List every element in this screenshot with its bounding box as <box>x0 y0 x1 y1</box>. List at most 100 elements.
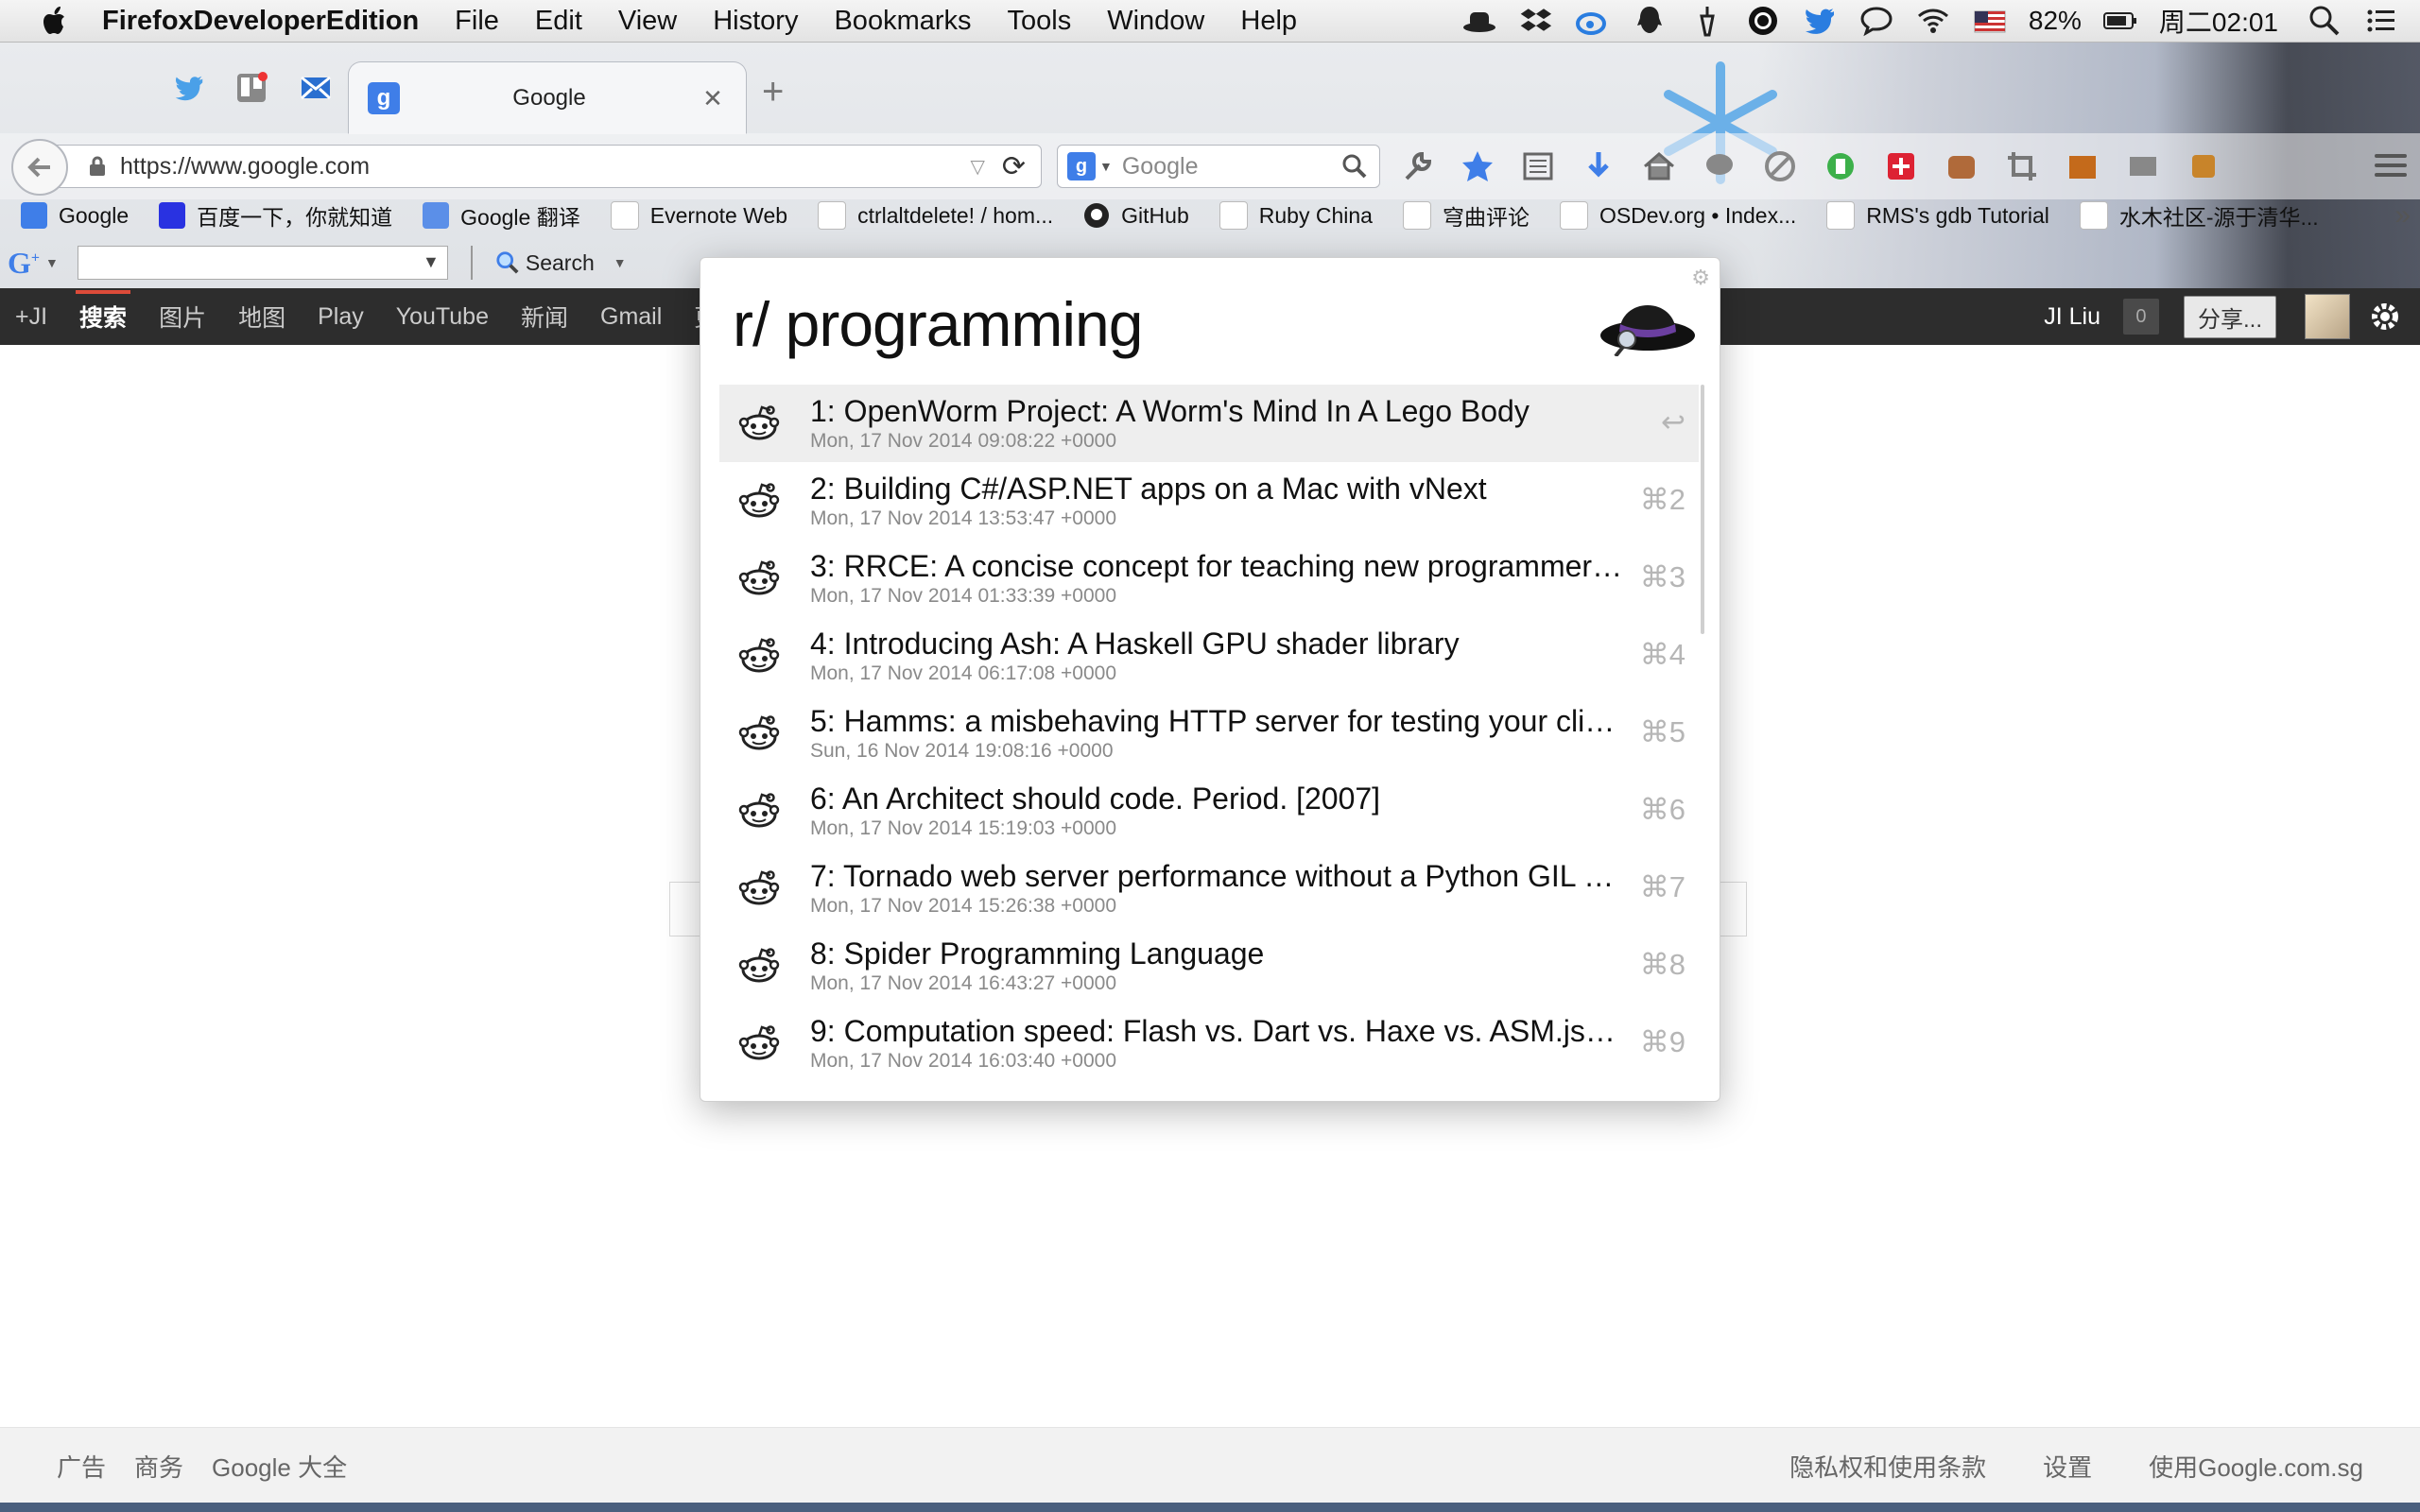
url-text[interactable]: https://www.google.com <box>120 153 970 180</box>
alfred-query-input[interactable]: r/ programming <box>733 288 1143 360</box>
gbar-news[interactable]: 新闻 <box>517 300 572 334</box>
reading-list-icon[interactable] <box>1520 148 1556 184</box>
menu-file[interactable]: File <box>455 6 499 37</box>
download-icon[interactable] <box>1581 148 1616 184</box>
result-row[interactable]: 1: OpenWorm Project: A Worm's Mind In A … <box>719 385 1699 462</box>
result-row[interactable]: 5: Hamms: a misbehaving HTTP server for … <box>719 695 1699 772</box>
gbar-play[interactable]: Play <box>314 303 368 331</box>
google-toolbar-input[interactable]: ▼ <box>77 246 448 280</box>
reload-icon[interactable]: ⟳ <box>1002 150 1026 183</box>
gbar-youtube[interactable]: YouTube <box>392 303 493 331</box>
addon-red-icon[interactable] <box>1883 148 1919 184</box>
apple-icon[interactable] <box>36 2 74 40</box>
footer-business[interactable]: 商务 <box>134 1449 183 1484</box>
bookmark-review[interactable]: 穹曲评论 <box>1402 199 1530 232</box>
search-engine-caret-icon[interactable]: ▼ <box>1099 159 1113 174</box>
mail-check-icon[interactable] <box>2125 148 2161 184</box>
evernote-icon[interactable] <box>1823 148 1858 184</box>
bookmark-osdev[interactable]: OSDev.org • Index... <box>1559 201 1796 230</box>
bookmark-baidu[interactable]: 百度一下，你就知道 <box>159 199 392 232</box>
footer-ads[interactable]: 广告 <box>57 1449 106 1484</box>
bookmark-google-translate[interactable]: Google 翻译 <box>423 199 580 232</box>
wrench-icon[interactable] <box>1399 148 1435 184</box>
home-icon[interactable] <box>1641 148 1677 184</box>
crop-icon[interactable] <box>2004 148 2040 184</box>
menu-window[interactable]: Window <box>1107 6 1204 37</box>
menu-help[interactable]: Help <box>1240 6 1297 37</box>
back-button[interactable] <box>11 139 68 196</box>
battery-icon[interactable] <box>2102 3 2138 39</box>
orange-note-icon[interactable] <box>2065 148 2100 184</box>
share-button[interactable]: 分享... <box>2183 295 2276 338</box>
search-bar[interactable]: g ▼ Google <box>1057 145 1380 188</box>
dropbox-icon[interactable] <box>1518 3 1554 39</box>
search-engine-icon[interactable]: g <box>1067 152 1096 180</box>
footer-privacy[interactable]: 隐私权和使用条款 <box>1789 1449 1986 1484</box>
new-tab-button[interactable]: + <box>762 71 784 113</box>
lamp-icon[interactable] <box>1688 3 1724 39</box>
menu-bookmarks[interactable]: Bookmarks <box>834 6 971 37</box>
url-dropdown-icon[interactable]: ▽ <box>970 155 984 179</box>
puzzle-icon[interactable] <box>2186 148 2221 184</box>
us-flag-icon[interactable] <box>1972 3 2008 39</box>
app-menu[interactable]: FirefoxDeveloperEdition <box>102 6 419 37</box>
spotlight-icon[interactable] <box>2307 3 2342 39</box>
circle-icon[interactable] <box>1745 3 1781 39</box>
bookmark-gdb-tutorial[interactable]: RMS's gdb Tutorial <box>1826 201 2049 230</box>
avatar[interactable] <box>2305 294 2350 339</box>
pinned-tab-trello[interactable] <box>231 67 272 109</box>
dropdown-arrow-icon[interactable]: ▼ <box>423 252 440 272</box>
gbar-plus[interactable]: +JI <box>11 303 51 331</box>
search-options-caret-icon[interactable]: ▼ <box>614 255 627 270</box>
gbar-gmail[interactable]: Gmail <box>596 303 666 331</box>
gbar-search[interactable]: 搜索 <box>76 290 131 334</box>
menu-tools[interactable]: Tools <box>1008 6 1072 37</box>
tab-close-icon[interactable]: ✕ <box>699 84 727 113</box>
tab-google[interactable]: g Google ✕ <box>348 61 747 134</box>
result-row[interactable]: 3: RRCE: A concise concept for teaching … <box>719 540 1699 617</box>
bookmark-ruby-china[interactable]: Ruby China <box>1219 201 1373 230</box>
bookmarks-overflow-icon[interactable]: » <box>2394 199 2411 232</box>
footer-about[interactable]: Google 大全 <box>212 1449 347 1484</box>
chat-icon[interactable] <box>1858 3 1894 39</box>
bookmark-newsmth[interactable]: 水木社区-源于清华... <box>2079 199 2319 232</box>
result-row[interactable]: 4: Introducing Ash: A Haskell GPU shader… <box>719 617 1699 695</box>
search-icon[interactable] <box>1341 153 1368 180</box>
menu-icon[interactable] <box>2375 154 2407 182</box>
hat-icon[interactable] <box>1461 3 1497 39</box>
pinned-tab-mail[interactable] <box>295 67 337 109</box>
twitter-icon[interactable] <box>1802 3 1838 39</box>
gbar-images[interactable]: 图片 <box>155 300 210 334</box>
pinned-tab-twitter[interactable] <box>168 67 210 109</box>
chat-bubble-icon[interactable] <box>1702 148 1737 184</box>
clock[interactable]: 周二02:01 <box>2159 2 2278 40</box>
menu-view[interactable]: View <box>618 6 677 37</box>
gear-icon[interactable] <box>2369 301 2401 333</box>
bookmark-github[interactable]: GitHub <box>1083 202 1189 229</box>
url-bar[interactable]: https://www.google.com ▽ ⟳ <box>57 145 1042 188</box>
notification-center-icon[interactable] <box>2363 3 2399 39</box>
bookmark-ctrlaltdelete[interactable]: ctrlaltdelete! / hom... <box>818 201 1053 230</box>
result-row[interactable]: 2: Building C#/ASP.NET apps on a Mac wit… <box>719 462 1699 540</box>
gbar-maps[interactable]: 地图 <box>234 300 289 334</box>
results-scrollbar[interactable] <box>1701 385 1704 634</box>
pocket-icon[interactable] <box>1944 148 1979 184</box>
wifi-icon[interactable] <box>1915 3 1951 39</box>
footer-use-google-sg[interactable]: 使用Google.com.sg <box>2149 1449 2363 1484</box>
no-script-icon[interactable] <box>1762 148 1798 184</box>
google-plus-caret-icon[interactable]: ▼ <box>45 255 59 270</box>
bookmark-evernote[interactable]: Evernote Web <box>610 201 787 230</box>
bookmark-google[interactable]: Google <box>21 202 129 229</box>
google-toolbar-search-button[interactable]: Search <box>495 250 595 276</box>
user-name[interactable]: JI Liu <box>2044 303 2100 331</box>
qq-icon[interactable] <box>1632 3 1668 39</box>
result-row[interactable]: 8: Spider Programming Language Mon, 17 No… <box>719 927 1699 1005</box>
menu-edit[interactable]: Edit <box>535 6 582 37</box>
result-row[interactable]: 6: An Architect should code. Period. [20… <box>719 772 1699 850</box>
result-row[interactable]: 9: Computation speed: Flash vs. Dart vs.… <box>719 1005 1699 1082</box>
menu-history[interactable]: History <box>713 6 798 37</box>
google-plus-icon[interactable]: G+ <box>8 246 40 281</box>
notification-count[interactable]: 0 <box>2122 299 2159 335</box>
weibo-icon[interactable] <box>1575 3 1611 39</box>
bookmark-star-icon[interactable] <box>1460 148 1495 184</box>
